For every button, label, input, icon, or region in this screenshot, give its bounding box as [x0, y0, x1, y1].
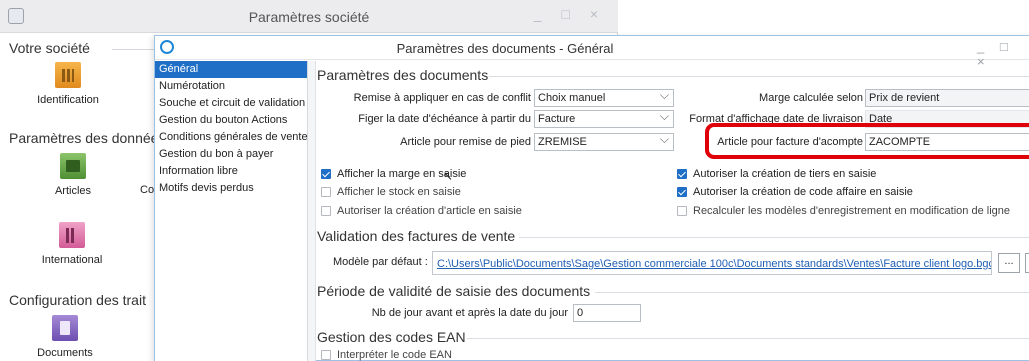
divider	[519, 237, 1029, 238]
extra-button[interactable]	[1025, 253, 1029, 273]
checkbox-creation-tiers[interactable]: Autoriser la création de tiers en saisie	[677, 168, 876, 180]
marge-select[interactable]: Prix de revient	[865, 89, 1029, 107]
checkbox-recalculer[interactable]: Recalculer les modèles d'enregistrement …	[677, 205, 1010, 217]
group-title-ean: Gestion des codes EAN	[317, 329, 466, 345]
nav-item-information-libre[interactable]: Information libre	[155, 163, 307, 180]
divider	[467, 338, 1029, 339]
nav-item-bon-a-payer[interactable]: Gestion du bon à payer	[155, 146, 307, 163]
checkbox-label: Afficher le stock en saisie	[337, 186, 461, 198]
checkbox-label: Autoriser la création de tiers en saisie	[693, 168, 877, 180]
document-settings-titlebar: Paramètres des documents - Général _ □ ×	[155, 36, 1029, 69]
tile-label: Identification	[37, 94, 99, 106]
section-parametres-donnees: Paramètres des donnée	[9, 130, 159, 146]
building-icon	[55, 62, 81, 88]
browse-button[interactable]: ...	[998, 253, 1020, 273]
checkbox-code-affaire[interactable]: Autoriser la création de code affaire en…	[677, 186, 913, 198]
checkbox-box[interactable]	[321, 206, 331, 216]
checkbox-afficher-stock[interactable]: Afficher le stock en saisie	[321, 186, 461, 198]
group-title-validation: Validation des factures de vente	[317, 228, 516, 244]
checkbox-label: Autoriser la création d'article en saisi…	[337, 205, 522, 217]
tile-international[interactable]: International	[16, 222, 128, 266]
checkbox-box[interactable]	[321, 187, 331, 197]
remise-label: Remise à appliquer en cas de conflit	[353, 92, 531, 104]
model-path-link[interactable]: C:\Users\Public\Documents\Sage\Gestion c…	[437, 256, 991, 272]
document-settings-title: Paramètres des documents - Général	[396, 41, 614, 56]
checkbox-box[interactable]	[321, 350, 331, 360]
nav-item-general[interactable]: Général	[155, 61, 307, 78]
nav-item-conditions[interactable]: Conditions générales de vente	[155, 129, 308, 146]
document-icon	[52, 315, 78, 341]
section-configuration: Configuration des trait	[9, 292, 146, 308]
model-label: Modèle par défaut :	[333, 256, 428, 268]
checkbox-box[interactable]	[677, 169, 687, 179]
flags-icon	[59, 222, 85, 248]
window-controls[interactable]: _ □ ×	[534, 6, 606, 22]
checkbox-box[interactable]	[321, 169, 331, 179]
checkbox-box[interactable]	[677, 187, 687, 197]
settings-nav: Général Numérotation Souche et circuit d…	[155, 61, 308, 361]
divider	[595, 292, 1029, 293]
nav-item-actions[interactable]: Gestion du bouton Actions	[155, 112, 307, 129]
article-remise-select[interactable]: ZREMISE	[534, 133, 674, 151]
group-title-parametres: Paramètres des documents	[317, 67, 489, 83]
checkbox-box[interactable]	[677, 206, 687, 216]
tile-identification[interactable]: Identification	[12, 62, 124, 106]
tile-documents[interactable]: Documents	[9, 315, 121, 359]
tile-label: Co	[140, 184, 155, 196]
nav-item-souche[interactable]: Souche et circuit de validation	[155, 95, 307, 112]
divider	[112, 49, 154, 50]
box-icon	[60, 153, 86, 179]
remise-select[interactable]: Choix manuel	[534, 89, 674, 107]
group-title-periode: Période de validité de saisie des docume…	[317, 283, 591, 299]
model-field[interactable]: C:\Users\Public\Documents\Sage\Gestion c…	[432, 251, 992, 275]
days-field[interactable]: 0	[573, 304, 641, 322]
tile-label: International	[41, 254, 103, 266]
echeance-label: Figer la date d'échéance à partir du	[358, 113, 531, 125]
tile-label: Articles	[54, 185, 92, 197]
divider	[489, 76, 1029, 77]
section-votre-societe: Votre société	[9, 40, 90, 56]
mouse-cursor-icon: ↖	[443, 169, 454, 183]
days-label: Nb de jour avant et après la date du jou…	[371, 307, 568, 319]
nav-item-motifs[interactable]: Motifs devis perdus	[155, 180, 307, 197]
nav-item-numerotation[interactable]: Numérotation	[155, 78, 307, 95]
checkbox-interpreter-ean[interactable]: Interpréter le code EAN	[321, 349, 452, 361]
tile-co[interactable]: Co	[108, 184, 154, 196]
splitter[interactable]	[308, 61, 316, 361]
checkbox-label: Interpréter le code EAN	[337, 349, 452, 361]
checkbox-label: Autoriser la création de code affaire en…	[693, 186, 913, 198]
marge-label: Marge calculée selon	[759, 92, 863, 104]
document-settings-window: Paramètres des documents - Général _ □ ×…	[154, 35, 1029, 361]
checkbox-creation-article[interactable]: Autoriser la création d'article en saisi…	[321, 205, 522, 217]
settings-content: Paramètres des documents Remise à appliq…	[317, 61, 1029, 361]
article-remise-label: Article pour remise de pied	[400, 136, 531, 148]
highlight-annotation	[705, 123, 1029, 159]
checkbox-label: Recalculer les modèles d'enregistrement …	[693, 205, 1010, 217]
echeance-select[interactable]: Facture	[534, 110, 674, 128]
tile-label: Documents	[37, 347, 93, 359]
company-settings-title: Paramètres société	[248, 9, 370, 25]
company-settings-titlebar: Paramètres société _ □ ×	[0, 0, 618, 33]
